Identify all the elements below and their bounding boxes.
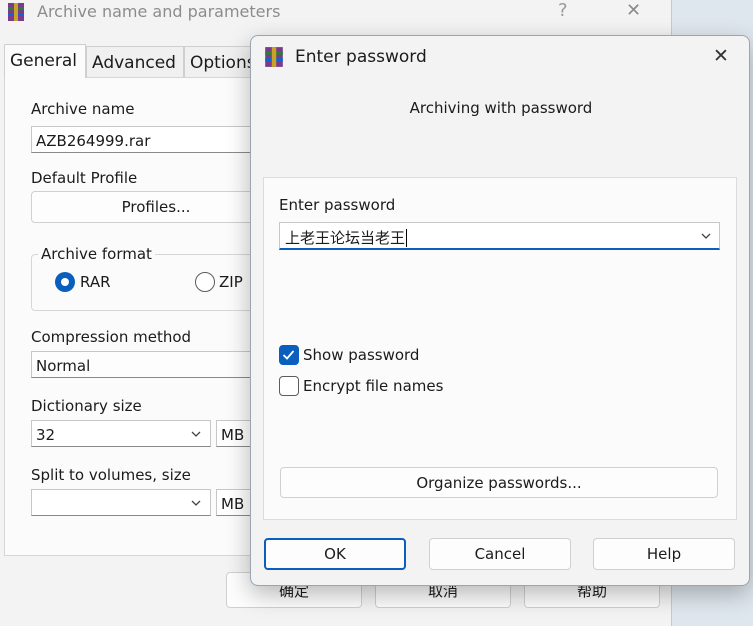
enter-password-label: Enter password xyxy=(279,196,396,214)
winrar-app-icon xyxy=(6,2,26,22)
checkmark-icon xyxy=(282,350,295,360)
window-title: Archive name and parameters xyxy=(37,2,281,21)
compression-method-label: Compression method xyxy=(31,328,192,346)
chevron-down-icon[interactable] xyxy=(190,428,202,440)
enter-password-dialog: Enter password ✕ Archiving with password… xyxy=(250,35,750,586)
close-icon[interactable]: ✕ xyxy=(713,45,729,67)
password-input[interactable]: 上老王论坛当老王 xyxy=(279,222,720,250)
dialog-title: Enter password xyxy=(295,47,427,67)
help-button[interactable]: Help xyxy=(593,538,735,570)
dialog-subtitle: Archiving with password xyxy=(409,99,593,117)
tab-general[interactable]: General xyxy=(4,44,86,78)
show-password-checkbox[interactable] xyxy=(279,345,299,365)
organize-passwords-button[interactable]: Organize passwords... xyxy=(280,467,718,498)
split-volumes-input[interactable] xyxy=(31,489,211,516)
profiles-button[interactable]: Profiles... xyxy=(31,191,281,223)
ok-button[interactable]: OK xyxy=(264,538,406,570)
encrypt-file-names-label[interactable]: Encrypt file names xyxy=(303,377,443,395)
dictionary-size-select[interactable]: 32 xyxy=(31,420,211,447)
winrar-app-icon xyxy=(263,46,285,68)
archive-format-label: Archive format xyxy=(38,245,155,263)
format-zip-label[interactable]: ZIP xyxy=(219,273,243,291)
format-rar-label[interactable]: RAR xyxy=(80,273,111,291)
format-rar-radio[interactable] xyxy=(55,272,75,292)
chevron-down-icon[interactable] xyxy=(700,230,712,242)
password-value: 上老王论坛当老王 xyxy=(285,229,406,247)
show-password-label[interactable]: Show password xyxy=(303,346,419,364)
chevron-down-icon[interactable] xyxy=(190,497,202,509)
archive-name-label: Archive name xyxy=(31,100,135,118)
split-volumes-label: Split to volumes, size xyxy=(31,466,191,484)
close-icon[interactable]: ✕ xyxy=(626,0,641,21)
dictionary-size-label: Dictionary size xyxy=(31,397,142,415)
format-zip-radio[interactable] xyxy=(195,272,215,292)
help-icon[interactable]: ? xyxy=(558,0,568,21)
tab-advanced[interactable]: Advanced xyxy=(86,46,184,78)
encrypt-file-names-checkbox[interactable] xyxy=(279,376,299,396)
cancel-button[interactable]: Cancel xyxy=(429,538,571,570)
default-profile-label: Default Profile xyxy=(31,169,138,187)
